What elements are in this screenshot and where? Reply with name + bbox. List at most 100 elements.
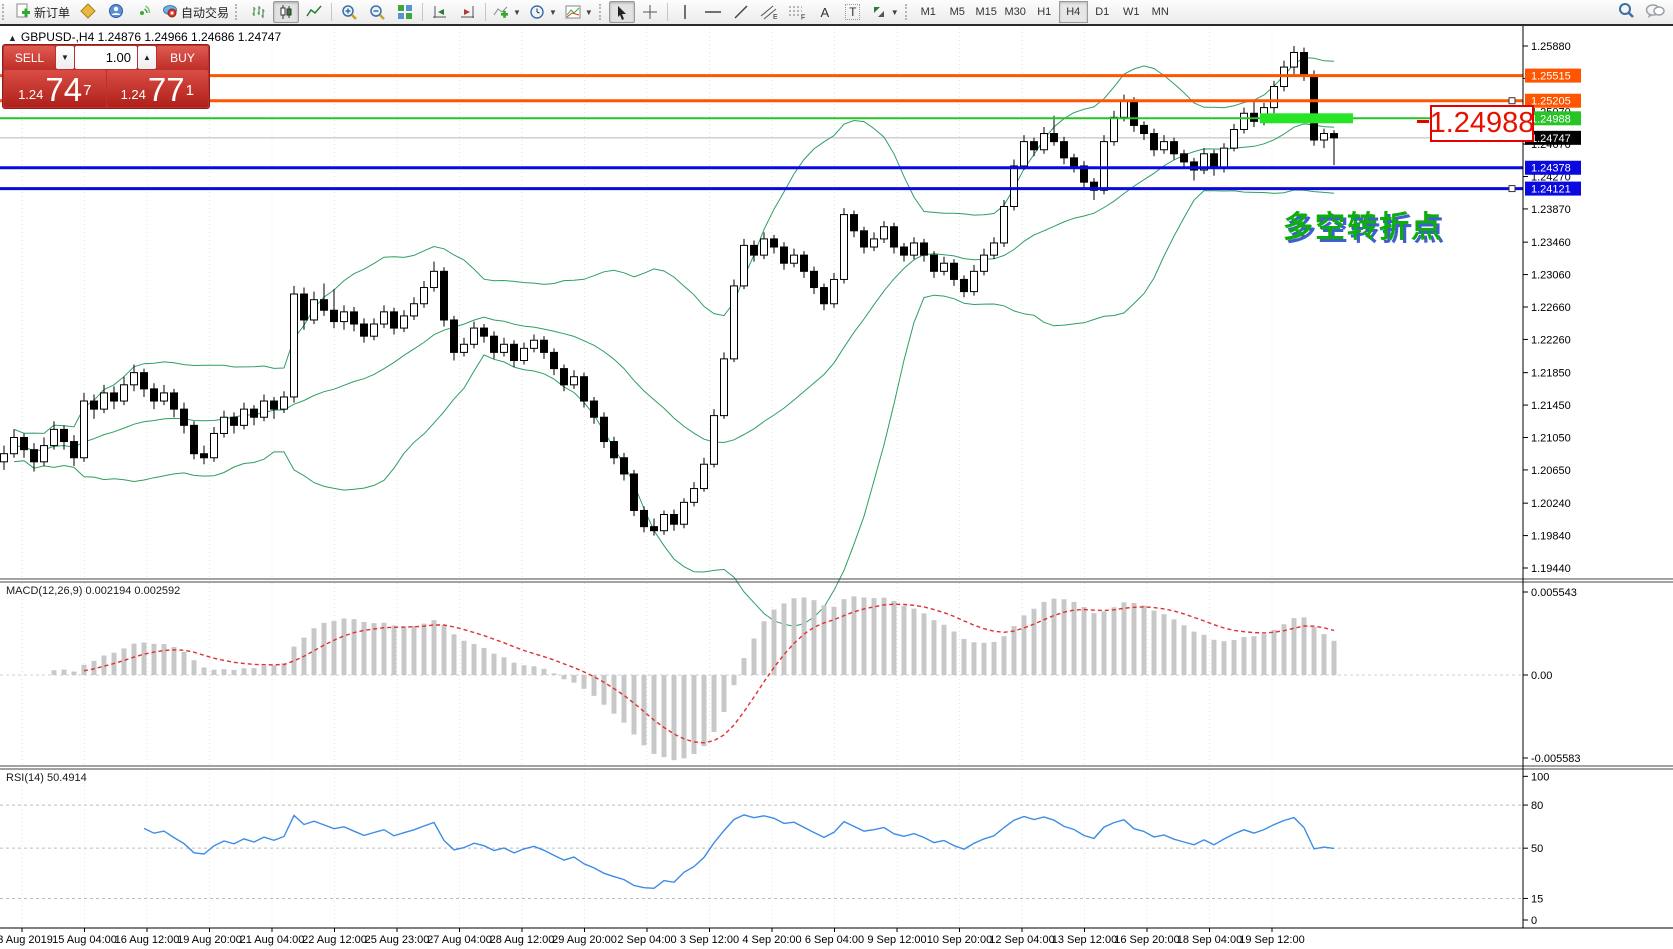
tile-windows-button[interactable] [392,1,418,23]
fibonacci-icon: F [788,4,806,20]
zoom-in-icon [341,4,358,21]
new-order-label: 新订单 [34,4,70,21]
buy-price-prefix: 1.24 [121,85,146,105]
svg-text:13 Sep 12:00: 13 Sep 12:00 [1052,934,1117,946]
new-order-button[interactable]: 新订单 [12,1,73,23]
trendline-tool-button[interactable] [728,1,754,23]
text-tool-icon: A [820,5,829,20]
community-icon [108,3,124,22]
pivot-note-text[interactable]: 多空转折点 [1283,202,1443,246]
line-chart-button[interactable] [301,1,327,23]
volume-increase-button[interactable]: ▲ [138,46,156,69]
svg-text:E: E [773,14,778,20]
periods-button[interactable]: ▼ [526,1,560,23]
zoom-out-button[interactable] [364,1,390,23]
tab-timeframe-m5[interactable]: M5 [943,1,972,23]
svg-text:13 Aug 2019: 13 Aug 2019 [0,934,53,946]
trendline-icon [733,4,749,20]
equidistant-channel-icon: E [760,4,778,20]
fibonacci-tool-button[interactable]: F [784,1,810,23]
svg-text:19 Aug 20:00: 19 Aug 20:00 [177,934,242,946]
search-icon[interactable] [1618,2,1635,22]
timeframe-group: M1 M5 M15 M30 H1 H4 D1 W1 MN [914,0,1175,24]
buy-button[interactable]: BUY [157,46,208,69]
text-label-icon: T [845,4,860,20]
chart-area[interactable]: 1.258801.254801.250701.246701.242701.238… [0,26,1673,949]
candlestick-chart-icon [278,4,294,20]
toolbar-grip [235,4,242,20]
price-callout-box[interactable]: 1.24988 [1430,105,1534,142]
toolbar: 新订单 自动交易 ▼ ▼ [0,0,1673,26]
auto-scroll-button[interactable] [427,1,453,23]
dropdown-arrow-icon: ▼ [513,8,521,17]
signals-button[interactable] [131,1,157,23]
tab-timeframe-d1[interactable]: D1 [1088,1,1117,23]
metaeditor-button[interactable] [75,1,101,23]
community-button[interactable] [103,1,129,23]
vertical-line-tool-button[interactable] [672,1,698,23]
svg-text:4 Sep 20:00: 4 Sep 20:00 [742,934,801,946]
svg-text:50: 50 [1531,843,1543,855]
svg-text:15: 15 [1531,893,1543,905]
text-tool-button[interactable]: A [812,1,838,23]
chat-icon[interactable] [1645,3,1665,22]
tab-timeframe-h1[interactable]: H1 [1030,1,1059,23]
svg-text:80: 80 [1531,800,1543,812]
crosshair-tool-button[interactable] [637,1,663,23]
bar-chart-button[interactable] [245,1,271,23]
chart-shift-button[interactable] [455,1,481,23]
sell-button[interactable]: SELL [4,46,55,69]
svg-text:1.24988: 1.24988 [1531,113,1571,125]
templates-button[interactable]: ▼ [562,1,596,23]
dropdown-arrow-icon: ▼ [585,8,593,17]
chart-canvas[interactable]: 1.258801.254801.250701.246701.242701.238… [0,26,1673,949]
vertical-line-icon [679,4,691,20]
svg-text:28 Aug 12:00: 28 Aug 12:00 [490,934,555,946]
tab-timeframe-mn[interactable]: MN [1146,1,1175,23]
svg-text:1.23460: 1.23460 [1531,237,1571,249]
sell-price-display[interactable]: 1.24747 [4,70,106,107]
tab-timeframe-h4[interactable]: H4 [1059,1,1088,23]
text-label-tool-button[interactable]: T [840,1,866,23]
sell-price-sup: 7 [83,77,91,105]
candlestick-chart-button[interactable] [273,1,299,23]
svg-text:2 Sep 04:00: 2 Sep 04:00 [617,934,676,946]
volume-decrease-button[interactable]: ▼ [56,46,74,69]
horizontal-line-tool-button[interactable] [700,1,726,23]
tab-timeframe-m15[interactable]: M15 [972,1,1001,23]
svg-text:18 Sep 04:00: 18 Sep 04:00 [1177,934,1242,946]
tab-timeframe-m30[interactable]: M30 [1001,1,1030,23]
svg-text:1.23870: 1.23870 [1531,204,1571,216]
new-order-icon [15,3,31,22]
tab-timeframe-w1[interactable]: W1 [1117,1,1146,23]
svg-text:1.21850: 1.21850 [1531,368,1571,380]
svg-text:F: F [801,15,805,21]
svg-text:16 Aug 12:00: 16 Aug 12:00 [115,934,180,946]
svg-text:0: 0 [1531,915,1537,927]
svg-text:15 Aug 04:00: 15 Aug 04:00 [52,934,117,946]
clock-icon [529,4,545,20]
rsi-indicator-label: RSI(14) 50.4914 [6,772,87,784]
auto-scroll-icon [432,4,448,20]
cursor-tool-button[interactable] [609,1,635,23]
channel-tool-button[interactable]: E [756,1,782,23]
svg-text:10 Sep 20:00: 10 Sep 20:00 [927,934,992,946]
trade-panel-collapse-icon[interactable]: ▲ [8,33,17,43]
chart-shift-icon [460,4,476,20]
horizontal-line-icon [704,4,722,20]
volume-input[interactable]: 1.00 [75,46,137,69]
svg-text:19 Sep 12:00: 19 Sep 12:00 [1239,934,1304,946]
zoom-in-button[interactable] [336,1,362,23]
svg-text:0.00: 0.00 [1531,670,1552,682]
svg-text:1.21450: 1.21450 [1531,400,1571,412]
ohlc-label: 1.24876 1.24966 1.24686 1.24747 [98,30,282,44]
toolbar-grip [599,4,606,20]
arrows-tool-button[interactable]: ▼ [868,1,902,23]
buy-price-display[interactable]: 1.24771 [107,70,209,107]
indicators-button[interactable]: ▼ [490,1,524,23]
metaeditor-icon [80,3,96,22]
svg-text:12 Sep 04:00: 12 Sep 04:00 [989,934,1054,946]
autotrading-button[interactable]: 自动交易 [159,1,232,23]
line-chart-icon [306,4,322,20]
tab-timeframe-m1[interactable]: M1 [914,1,943,23]
